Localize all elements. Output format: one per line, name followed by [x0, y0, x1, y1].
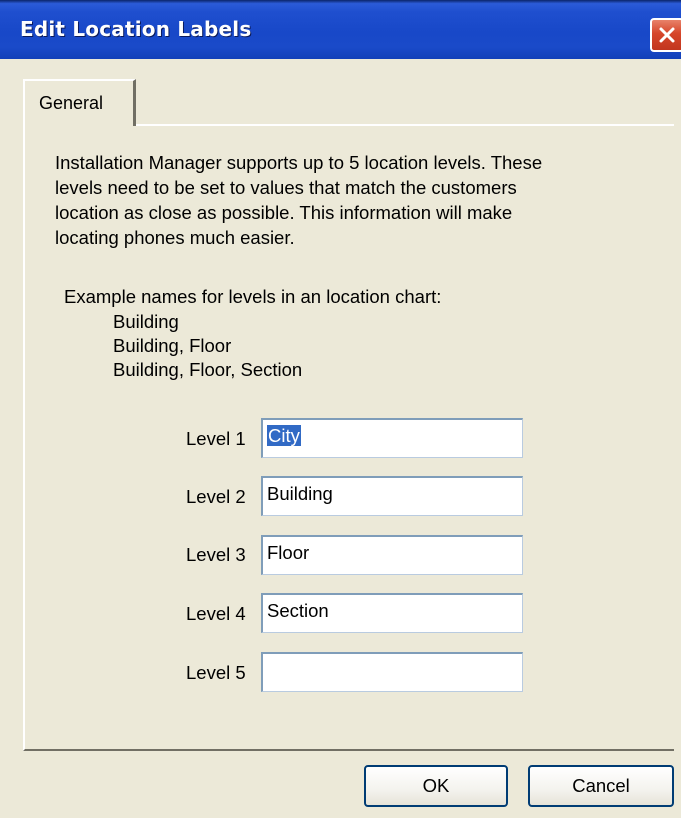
- ok-button[interactable]: OK: [364, 765, 508, 807]
- window-title: Edit Location Labels: [20, 17, 252, 41]
- close-icon: [659, 27, 675, 43]
- title-bar[interactable]: Edit Location Labels: [0, 0, 681, 59]
- edit-location-labels-dialog: Edit Location Labels General Installatio…: [0, 0, 681, 818]
- close-button[interactable]: [650, 18, 681, 52]
- cancel-button[interactable]: Cancel: [528, 765, 674, 807]
- tab-general-label: General: [39, 93, 104, 113]
- general-tab-panel: [23, 124, 674, 751]
- tab-general[interactable]: General: [23, 79, 136, 126]
